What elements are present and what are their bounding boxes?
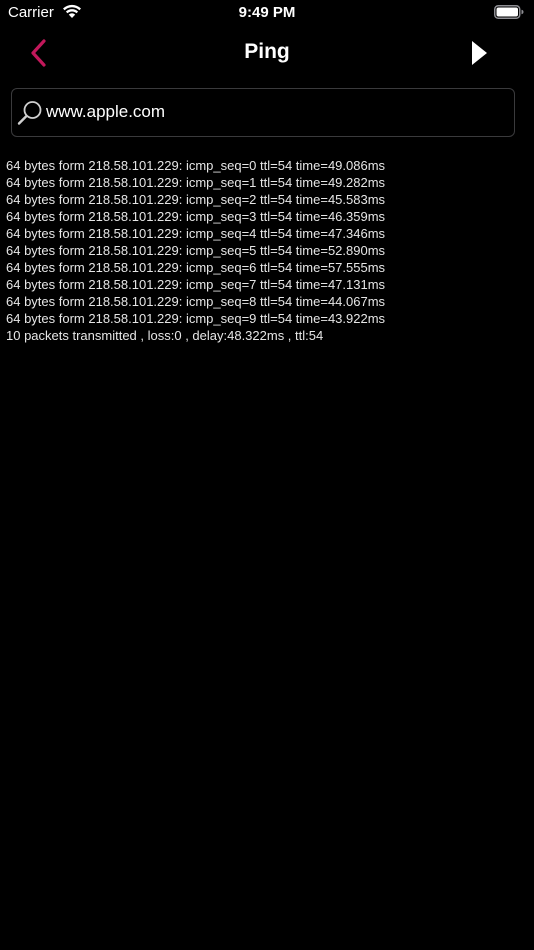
run-ping-button[interactable] <box>464 38 494 68</box>
search-icon <box>17 101 42 125</box>
log-line: 64 bytes form 218.58.101.229: icmp_seq=4… <box>6 226 386 241</box>
navigation-bar: Ping <box>0 26 534 80</box>
summary-line: 10 packets transmitted , loss:0 , delay:… <box>6 328 324 343</box>
ping-output: 64 bytes form 218.58.101.229: icmp_seq=0… <box>6 157 530 344</box>
host-input[interactable] <box>46 95 506 129</box>
play-icon <box>472 41 487 65</box>
status-bar: Carrier 9:49 PM <box>0 0 534 26</box>
log-line: 64 bytes form 218.58.101.229: icmp_seq=5… <box>6 243 386 258</box>
log-line: 64 bytes form 218.58.101.229: icmp_seq=6… <box>6 260 386 275</box>
log-line: 64 bytes form 218.58.101.229: icmp_seq=9… <box>6 311 386 326</box>
log-line: 64 bytes form 218.58.101.229: icmp_seq=0… <box>6 158 386 173</box>
log-line: 64 bytes form 218.58.101.229: icmp_seq=3… <box>6 209 386 224</box>
battery-icon <box>494 5 524 19</box>
host-search-field[interactable] <box>11 88 515 137</box>
page-title: Ping <box>244 40 290 63</box>
status-time: 9:49 PM <box>238 4 296 21</box>
log-line: 64 bytes form 218.58.101.229: icmp_seq=7… <box>6 277 386 292</box>
log-line: 64 bytes form 218.58.101.229: icmp_seq=1… <box>6 175 386 190</box>
log-line: 64 bytes form 218.58.101.229: icmp_seq=8… <box>6 294 386 309</box>
log-line: 64 bytes form 218.58.101.229: icmp_seq=2… <box>6 192 386 207</box>
